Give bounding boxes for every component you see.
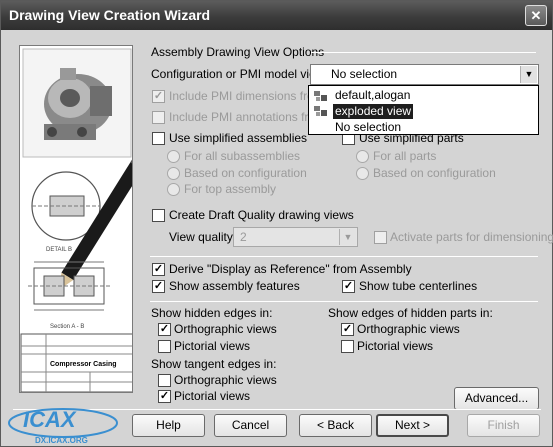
check-icon: ✓ [153,90,164,102]
for-all-subassemblies-label: For all subassemblies [184,149,301,163]
tangent-edges-title: Show tangent edges in: [151,357,277,371]
view-quality-label: View quality: [169,230,237,244]
for-all-parts-label: For all parts [373,149,437,163]
parts-based-on-configuration-label: Based on configuration [373,166,496,180]
watermark-url: DX.ICAX.ORG [35,436,88,445]
show-assembly-features-checkbox[interactable]: ✓ [152,280,165,293]
chevron-down-icon[interactable]: ▼ [339,229,356,245]
configuration-icon [314,91,327,101]
draft-quality-label: Create Draft Quality drawing views [169,208,354,222]
watermark-logo: ICAX DX.ICAX.ORG [8,407,118,445]
activate-parts-checkbox[interactable] [374,231,387,244]
chevron-down-icon[interactable]: ▼ [520,66,537,83]
hidden-parts-orthographic-checkbox[interactable]: ✓ [341,323,354,336]
activate-parts-label: Activate parts for dimensioning [390,230,553,244]
group-title: Assembly Drawing View Options [151,45,325,59]
hidden-parts-edges-title: Show edges of hidden parts in: [328,306,493,320]
detail-label: DETAIL B [46,247,72,253]
configuration-select[interactable]: No selection ▼ [310,64,539,85]
tangent-edges-orthographic-checkbox[interactable] [158,374,171,387]
show-assembly-features-label: Show assembly features [169,279,300,293]
dropdown-option[interactable]: default,alogan [333,88,412,103]
divider [150,301,538,302]
hidden-edges-pictorial-checkbox[interactable] [158,340,171,353]
configuration-icon [314,106,327,116]
configuration-label: Configuration or PMI model view: [151,67,328,81]
draft-quality-checkbox[interactable] [152,209,165,222]
back-button[interactable]: < Back [299,414,372,437]
check-icon: ✓ [342,323,353,335]
hidden-edges-orthographic-label: Orthographic views [174,322,277,336]
hidden-edges-pictorial-label: Pictorial views [174,339,251,353]
check-icon: ✓ [159,323,170,335]
watermark-logo-text: ICAX [23,407,77,432]
show-tube-centerlines-label: Show tube centerlines [359,279,478,293]
close-button[interactable]: ✕ [525,5,547,26]
finish-button[interactable]: Finish [467,414,540,437]
show-tube-centerlines-checkbox[interactable]: ✓ [342,280,355,293]
check-icon: ✓ [343,280,354,292]
include-pmi-annotations-label: Include PMI annotations from [169,110,326,124]
drawing-illustration-art: DETAIL B Section A - B Compressor Casing [20,48,132,392]
use-simplified-assemblies-label: Use simplified assemblies [169,131,308,145]
title-block-text: Compressor Casing [50,361,117,368]
divider [150,256,538,257]
wizard-window: Drawing View Creation Wizard ✕ DETAIL B [0,0,553,447]
use-simplified-assemblies-checkbox[interactable] [152,132,165,145]
advanced-button[interactable]: Advanced... [454,387,539,410]
view-quality-select[interactable]: 2 ▼ [233,227,358,247]
tangent-edges-pictorial-label: Pictorial views [174,389,251,403]
next-button[interactable]: Next > [376,414,449,437]
include-pmi-dimensions-checkbox[interactable]: ✓ [152,90,165,103]
window-title: Drawing View Creation Wizard [9,7,211,23]
include-pmi-annotations-checkbox[interactable] [152,111,165,124]
check-icon: ✓ [153,263,164,275]
check-icon: ✓ [153,280,164,292]
derive-display-reference-label: Derive "Display as Reference" from Assem… [169,262,412,276]
derive-display-reference-checkbox[interactable]: ✓ [152,263,165,276]
for-top-assembly-radio[interactable] [167,183,180,196]
configuration-dropdown-list: default,alogan exploded view No selectio… [308,85,539,135]
help-button[interactable]: Help [132,414,205,437]
hidden-parts-orthographic-label: Orthographic views [357,322,460,336]
parts-based-on-configuration-radio[interactable] [356,167,369,180]
for-top-assembly-label: For top assembly [184,182,277,196]
view-quality-value: 2 [240,230,247,244]
section-label: Section A - B [50,324,84,330]
configuration-value: No selection [331,67,398,81]
tangent-edges-pictorial-checkbox[interactable]: ✓ [158,390,171,403]
hidden-parts-pictorial-label: Pictorial views [357,339,434,353]
hidden-edges-title: Show hidden edges in: [151,306,273,320]
close-icon: ✕ [530,8,542,23]
check-icon: ✓ [159,390,170,402]
for-all-parts-radio[interactable] [356,150,369,163]
drawing-illustration: DETAIL B Section A - B Compressor Casing [19,45,133,393]
for-all-subassemblies-radio[interactable] [167,150,180,163]
group-divider [311,52,536,53]
tangent-edges-orthographic-label: Orthographic views [174,373,277,387]
dropdown-option[interactable]: No selection [333,120,403,135]
title-bar: Drawing View Creation Wizard ✕ [1,1,552,30]
hidden-parts-pictorial-checkbox[interactable] [341,340,354,353]
asm-based-on-configuration-label: Based on configuration [184,166,307,180]
asm-based-on-configuration-radio[interactable] [167,167,180,180]
hidden-edges-orthographic-checkbox[interactable]: ✓ [158,323,171,336]
cancel-button[interactable]: Cancel [214,414,287,437]
dropdown-option-selected[interactable]: exploded view [333,104,414,119]
